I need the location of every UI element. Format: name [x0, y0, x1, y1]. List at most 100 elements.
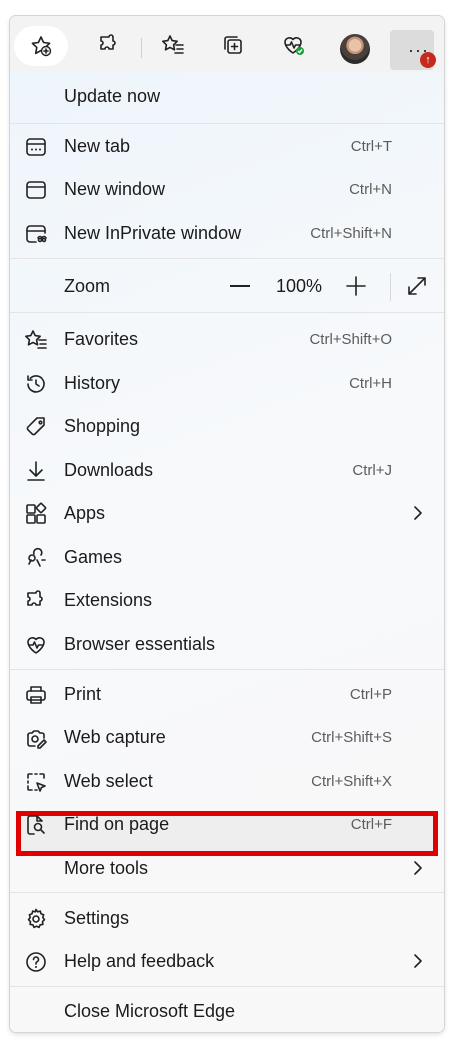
browser-essentials-icon — [24, 633, 48, 657]
menu-item-label: Update now — [64, 86, 161, 106]
menu-item-browser-essentials[interactable]: Browser essentials — [10, 623, 444, 666]
extensions-icon — [24, 589, 48, 613]
web-select-icon — [24, 770, 48, 794]
add-favorite-icon — [31, 36, 52, 57]
shopping-tag-icon — [24, 415, 48, 439]
collections-icon — [224, 36, 242, 54]
menu-item-games[interactable]: Games — [10, 536, 444, 579]
menu-item-label: More tools — [64, 858, 149, 878]
collections-button[interactable] — [216, 28, 250, 62]
menu-divider — [10, 892, 444, 893]
menu-item-label: Print — [64, 684, 102, 704]
menu-item-label: Web capture — [64, 727, 166, 747]
menu-item-shortcut: Ctrl+Shift+X — [311, 773, 392, 790]
update-badge-icon: ↑ — [420, 52, 436, 68]
chevron-right-icon — [414, 506, 422, 520]
browser-essentials-icon — [284, 37, 304, 55]
menu-item-shortcut: Ctrl+N — [349, 181, 392, 198]
find-on-page-icon — [24, 813, 48, 837]
menu-item-label: Browser essentials — [64, 634, 216, 654]
menu-item-label: History — [64, 373, 121, 393]
menu-item-shopping[interactable]: Shopping — [10, 405, 444, 448]
menu-item-zoom: Zoom 100% — [10, 265, 444, 308]
printer-icon — [24, 683, 48, 707]
history-icon — [24, 372, 48, 396]
menu-item-help-and-feedback[interactable]: Help and feedback — [10, 940, 444, 983]
menu-item-label: New InPrivate window — [64, 223, 242, 243]
menu-item-shortcut: Ctrl+Shift+S — [311, 729, 392, 746]
menu-item-label: Zoom — [64, 276, 111, 296]
menu-item-new-inprivate-window[interactable]: New InPrivate window Ctrl+Shift+N — [10, 212, 444, 255]
browser-toolbar: ··· ↑ — [10, 16, 444, 73]
menu-item-label: Close Microsoft Edge — [64, 1001, 236, 1021]
browser-window: ··· ↑ Update now New tab Ctrl+T New wind… — [10, 16, 444, 1032]
fullscreen-button[interactable] — [406, 275, 428, 297]
menu-item-shortcut: Ctrl+H — [349, 375, 392, 392]
zoom-in-button[interactable] — [346, 276, 366, 296]
menu-item-find-on-page[interactable]: Find on page Ctrl+F — [10, 803, 444, 846]
menu-divider — [10, 258, 444, 259]
gear-icon — [24, 907, 48, 931]
menu-item-shortcut: Ctrl+Shift+N — [310, 225, 392, 242]
menu-item-label: Downloads — [64, 460, 154, 480]
fullscreen-icon — [408, 277, 426, 295]
menu-item-new-window[interactable]: New window Ctrl+N — [10, 168, 444, 211]
menu-divider — [10, 123, 444, 124]
inprivate-icon — [24, 222, 48, 246]
favorites-icon — [162, 35, 184, 54]
menu-item-close-microsoft-edge[interactable]: Close Microsoft Edge — [10, 990, 444, 1032]
menu-item-label: Help and feedback — [64, 951, 215, 971]
menu-item-update-now[interactable]: Update now — [10, 75, 444, 118]
menu-item-label: Favorites — [64, 329, 139, 349]
menu-item-label: New tab — [64, 136, 131, 156]
menu-item-settings[interactable]: Settings — [10, 897, 444, 940]
favorites-button[interactable] — [156, 28, 190, 62]
profile-avatar[interactable] — [340, 34, 370, 64]
menu-item-new-tab[interactable]: New tab Ctrl+T — [10, 125, 444, 168]
zoom-divider — [390, 273, 391, 301]
menu-item-label: Find on page — [64, 814, 170, 834]
menu-item-favorites[interactable]: Favorites Ctrl+Shift+O — [10, 318, 444, 361]
menu-item-label: Web select — [64, 771, 153, 791]
zoom-level: 100% — [276, 276, 323, 296]
menu-item-label: Apps — [64, 503, 106, 523]
chevron-right-icon — [414, 954, 422, 968]
menu-item-apps[interactable]: Apps — [10, 492, 444, 535]
zoom-out-button[interactable] — [230, 285, 250, 287]
menu-item-history[interactable]: History Ctrl+H — [10, 362, 444, 405]
menu-divider — [10, 986, 444, 987]
extensions-icon — [100, 34, 116, 50]
menu-item-shortcut: Ctrl+P — [349, 686, 392, 703]
menu-item-print[interactable]: Print Ctrl+P — [10, 673, 444, 716]
web-capture-icon — [24, 726, 48, 750]
browser-essentials-button[interactable] — [276, 28, 310, 62]
menu-divider — [10, 669, 444, 670]
menu-item-label: Settings — [64, 908, 130, 928]
extensions-button[interactable] — [92, 28, 126, 62]
favorites-icon — [24, 328, 48, 352]
download-icon — [24, 459, 48, 483]
menu-item-web-select[interactable]: Web select Ctrl+Shift+X — [10, 760, 444, 803]
menu-item-downloads[interactable]: Downloads Ctrl+J — [10, 449, 444, 492]
settings-menu: Update now New tab Ctrl+T New window Ctr… — [10, 72, 444, 1032]
menu-item-extensions[interactable]: Extensions — [10, 579, 444, 622]
menu-item-label: Shopping — [64, 416, 141, 436]
new-window-icon — [24, 178, 48, 202]
apps-icon — [24, 502, 48, 526]
menu-item-web-capture[interactable]: Web capture Ctrl+Shift+S — [10, 716, 444, 759]
menu-item-shortcut: Ctrl+T — [350, 138, 392, 155]
menu-item-shortcut: Ctrl+F — [350, 816, 392, 833]
menu-divider — [10, 312, 444, 313]
new-tab-icon — [24, 135, 48, 159]
menu-item-shortcut: Ctrl+Shift+O — [309, 331, 392, 348]
chevron-right-icon — [414, 861, 422, 875]
menu-item-label: Extensions — [64, 590, 153, 610]
plus-icon — [346, 276, 366, 296]
menu-item-label: Games — [64, 547, 123, 567]
toolbar-divider — [141, 38, 142, 58]
help-icon — [24, 950, 48, 974]
more-menu-button[interactable]: ··· ↑ — [390, 30, 436, 70]
add-favorite-button[interactable] — [14, 26, 68, 66]
menu-item-label: New window — [64, 179, 166, 199]
menu-item-more-tools[interactable]: More tools — [10, 847, 444, 890]
